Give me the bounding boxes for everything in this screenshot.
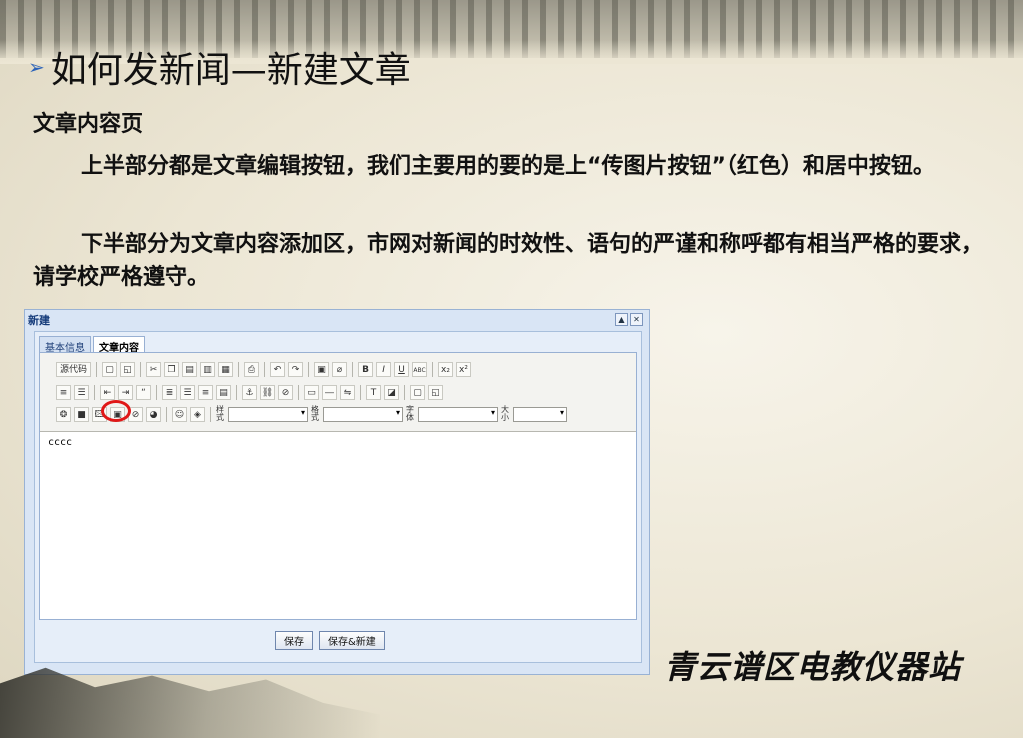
strikethrough-button[interactable]: ABC	[412, 361, 428, 377]
anchor-icon[interactable]: ⚓	[242, 384, 257, 400]
unlink-icon[interactable]: ⊘	[278, 384, 293, 400]
paste-word-icon[interactable]: ▦	[218, 361, 234, 377]
maximize-icon[interactable]: ▢	[410, 384, 425, 400]
indent-icon[interactable]: ⇥	[118, 384, 133, 400]
slide-title-text: 如何发新闻—新建文章	[50, 50, 411, 91]
red-highlight-circle	[101, 400, 131, 422]
size-select[interactable]: ▾	[513, 406, 567, 422]
new-page-icon[interactable]: ▢	[102, 361, 118, 377]
style-label: 样式	[216, 405, 224, 422]
toolbar-row-2: ≡ ☰ ⇤ ⇥ “ ≣ ☰ ≡ ▤ ⚓ ⛓ ⊘ ▭ ― ⇋ T ◪ ▢ ◱	[56, 382, 443, 402]
paragraph-1: 上半部分都是文章编辑按钮，我们主要用的要的是上“传图片按钮”（红色）和居中按钮。	[33, 150, 983, 183]
copy-icon[interactable]: ❐	[164, 361, 180, 377]
italic-button[interactable]: I	[376, 361, 392, 377]
table-icon[interactable]: ▭	[304, 384, 319, 400]
size-label: 大小	[501, 405, 509, 422]
justify-icon[interactable]: ▤	[216, 384, 231, 400]
save-and-new-button[interactable]: 保存&新建	[319, 631, 385, 650]
media-icon[interactable]: ■	[74, 406, 89, 422]
save-button[interactable]: 保存	[275, 631, 313, 650]
show-blocks-icon[interactable]: ◱	[428, 384, 443, 400]
slide-title: ➢ 如何发新闻—新建文章	[28, 45, 411, 91]
source-code-button[interactable]: 源代码	[56, 361, 92, 377]
underline-button[interactable]: U	[394, 361, 410, 377]
smiley-mask-icon[interactable]: ◕	[146, 406, 161, 422]
close-icon[interactable]: ✕	[630, 313, 643, 326]
emoticon-icon[interactable]: ☺	[172, 406, 187, 422]
align-left-icon[interactable]: ≣	[162, 384, 177, 400]
paragraph-2: 下半部分为文章内容添加区，市网对新闻的时效性、语句的严谨和称呼都有相当严格的要求…	[33, 228, 983, 294]
toolbar-row-1: 源代码 ▢ ◱ ✂ ❐ ▤ ▥ ▦ ⎙ ↶ ↷ ▣ ⌀ B I U ABC x₂…	[56, 359, 472, 379]
paste-text-icon[interactable]: ▥	[200, 361, 216, 377]
dialog-body: 基本信息 文章内容 源代码 ▢ ◱ ✂ ❐ ▤ ▥ ▦ ⎙ ↶ ↷ ▣ ⌀ B …	[34, 331, 642, 663]
blockquote-icon[interactable]: “	[136, 384, 151, 400]
format-select[interactable]: ▾	[323, 406, 403, 422]
align-right-icon[interactable]: ≡	[198, 384, 213, 400]
print-icon[interactable]: ⎙	[244, 361, 260, 377]
superscript-icon[interactable]: x²	[456, 361, 472, 377]
numbered-list-icon[interactable]: ≡	[56, 384, 71, 400]
rich-text-editor: 源代码 ▢ ◱ ✂ ❐ ▤ ▥ ▦ ⎙ ↶ ↷ ▣ ⌀ B I U ABC x₂…	[39, 352, 637, 620]
cut-icon[interactable]: ✂	[146, 361, 162, 377]
page-break-icon[interactable]: ⇋	[340, 384, 355, 400]
format-label: 格式	[311, 405, 319, 422]
link-icon[interactable]: ⛓	[260, 384, 275, 400]
subscript-icon[interactable]: x₂	[438, 361, 454, 377]
horizontal-rule-icon[interactable]: ―	[322, 384, 337, 400]
bg-color-icon[interactable]: ◪	[384, 384, 399, 400]
align-center-icon[interactable]: ☰	[180, 384, 195, 400]
section-heading: 文章内容页	[33, 112, 144, 137]
paragraph-1-text: 上半部分都是文章编辑按钮，我们主要用的要的是上“传图片按钮”（红色）和居中按钮。	[81, 154, 935, 179]
dialog-title: 新建	[28, 314, 50, 327]
remove-format-icon[interactable]: ⌀	[332, 361, 348, 377]
bold-button[interactable]: B	[358, 361, 374, 377]
bullet-arrow-icon: ➢	[28, 55, 45, 79]
toolbar-row-3: ❂ ■ 🖾 ▣ ⊘ ◕ ☺ ◈ 样式 ▾ 格式 ▾ 字体 ▾ 大小 ▾	[56, 404, 567, 424]
select-all-icon[interactable]: ▣	[314, 361, 330, 377]
style-select[interactable]: ▾	[228, 406, 308, 422]
outdent-icon[interactable]: ⇤	[100, 384, 115, 400]
undo-icon[interactable]: ↶	[270, 361, 286, 377]
text-color-icon[interactable]: T	[366, 384, 381, 400]
new-article-dialog: 新建 ▲ ✕ 基本信息 文章内容 源代码 ▢ ◱ ✂ ❐ ▤ ▥ ▦ ⎙ ↶ ↷…	[24, 309, 650, 675]
dialog-window-controls: ▲ ✕	[615, 313, 643, 326]
collapse-icon[interactable]: ▲	[615, 313, 628, 326]
dialog-footer: 保存 保存&新建	[275, 631, 385, 650]
bullet-list-icon[interactable]: ☰	[74, 384, 89, 400]
paragraph-2-text: 下半部分为文章内容添加区，市网对新闻的时效性、语句的严谨和称呼都有相当严格的要求…	[33, 232, 984, 290]
editor-content[interactable]: cccc	[48, 437, 72, 448]
paste-icon[interactable]: ▤	[182, 361, 198, 377]
cube-icon[interactable]: ◈	[190, 406, 205, 422]
editor-toolbar: 源代码 ▢ ◱ ✂ ❐ ▤ ▥ ▦ ⎙ ↶ ↷ ▣ ⌀ B I U ABC x₂…	[40, 353, 636, 432]
organization-name: 青云谱区电教仪器站	[664, 648, 962, 686]
font-select[interactable]: ▾	[418, 406, 498, 422]
preview-icon[interactable]: ◱	[120, 361, 136, 377]
redo-icon[interactable]: ↷	[288, 361, 304, 377]
font-label: 字体	[406, 405, 414, 422]
flash-icon[interactable]: ❂	[56, 406, 71, 422]
